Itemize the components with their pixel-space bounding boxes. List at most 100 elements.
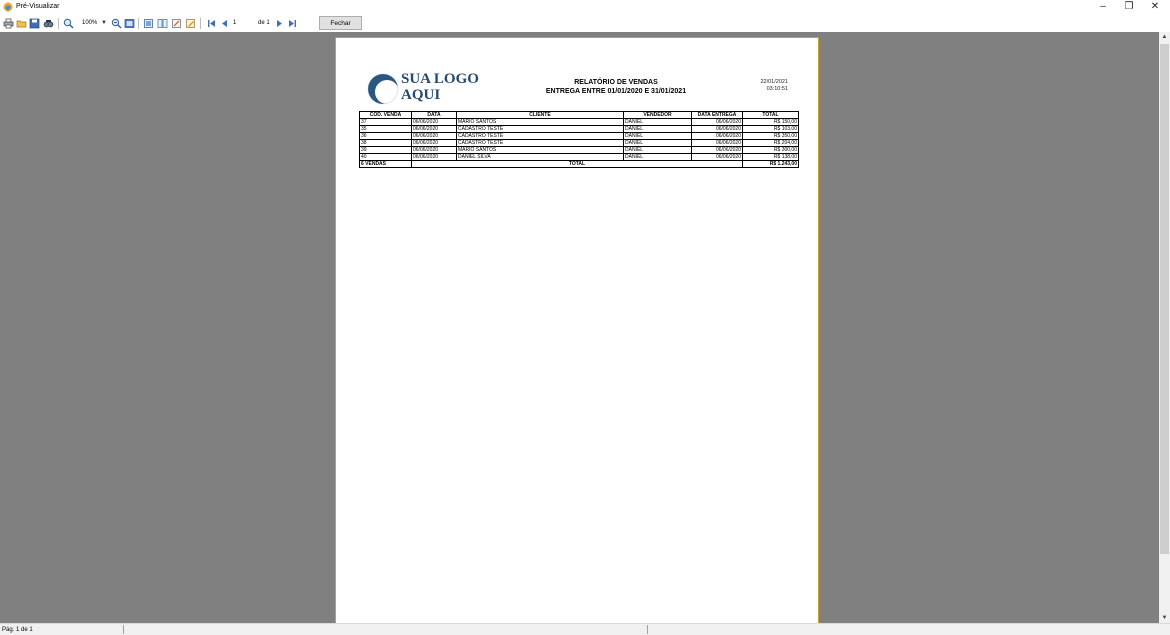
report-date: 22/01/2021 [760, 79, 788, 85]
report-subtitle: ENTREGA ENTRE 01/01/2020 E 31/01/2021 [545, 88, 687, 95]
cell-seller: DANIEL [623, 153, 692, 161]
cell-code: 38 [359, 139, 412, 147]
column-header: CÓD. VENDA [359, 111, 412, 119]
page-number-input[interactable] [233, 18, 255, 28]
page-setup-icon[interactable] [185, 18, 196, 29]
scrollbar-thumb[interactable] [1160, 44, 1169, 554]
cell-delivery-date: 06/06/2020 [691, 146, 743, 154]
cell-delivery-date: 06/06/2020 [691, 139, 743, 147]
window-title: Pré-Visualizar [16, 3, 60, 10]
report-time: 03:10:51 [766, 86, 788, 92]
app-icon [3, 2, 13, 12]
page-count: de 1 [258, 20, 270, 26]
grand-total: R$ 1.243,00 [742, 160, 799, 168]
page-width-icon[interactable] [124, 18, 135, 29]
find-icon[interactable] [43, 18, 54, 29]
cell-total: R$ 204,00 [742, 139, 799, 147]
sales-count: 6 VENDAS [359, 160, 412, 168]
table-row: 39 06/06/2020 MARIO SANTOS DANIEL 06/06/… [359, 146, 799, 154]
column-header: VENDEDOR [623, 111, 692, 119]
first-page-icon[interactable] [206, 18, 217, 29]
zoom-icon[interactable] [63, 18, 74, 29]
save-icon[interactable] [29, 18, 40, 29]
cell-seller: DANIEL [623, 146, 692, 154]
open-folder-icon[interactable] [16, 18, 27, 29]
status-divider [647, 625, 648, 634]
cell-total: R$ 300,00 [742, 146, 799, 154]
cell-client: MARIO SANTOS [456, 146, 624, 154]
column-header: DATA [411, 111, 457, 119]
cell-total: R$ 350,00 [742, 132, 799, 140]
cell-code: 37 [359, 118, 412, 126]
sales-table: CÓD. VENDA DATA CLIENTE VENDEDOR DATA EN… [359, 111, 799, 168]
cell-seller: DANIEL [623, 139, 692, 147]
close-button[interactable]: ✕ [1142, 0, 1168, 14]
toolbar-separator [58, 18, 59, 29]
cell-date: 06/06/2020 [411, 153, 457, 161]
status-divider [123, 625, 124, 634]
cell-client: DANIEL SILVA [456, 153, 624, 161]
cell-date: 06/06/2020 [411, 146, 457, 154]
report-title: RELATÓRIO DE VENDAS [574, 79, 658, 86]
logo-text-line1: SUA LOGO [401, 71, 479, 87]
status-bar: Pág. 1 de 1 [0, 623, 1170, 635]
cell-date: 06/06/2020 [411, 118, 457, 126]
cell-code: 40 [359, 153, 412, 161]
cell-delivery-date: 06/06/2020 [691, 132, 743, 140]
toolbar-separator [200, 18, 201, 29]
cell-client: CADASTRO TESTE [456, 132, 624, 140]
cell-date: 06/06/2020 [411, 132, 457, 140]
edit-page-icon[interactable] [171, 18, 182, 29]
scroll-up-icon[interactable]: ▲ [1159, 32, 1170, 42]
cell-delivery-date: 06/06/2020 [691, 153, 743, 161]
logo-text-line2: AQUI [401, 87, 441, 103]
close-preview-button[interactable]: Fechar [319, 16, 362, 30]
zoom-out-icon[interactable] [111, 18, 122, 29]
cell-total: R$ 138,00 [742, 153, 799, 161]
table-row: 37 06/06/2020 MARIO SANTOS DANIEL 06/06/… [359, 118, 799, 126]
title-bar: Pré-Visualizar – ❐ ✕ [0, 0, 1170, 14]
cell-date: 06/06/2020 [411, 125, 457, 133]
cell-date: 06/06/2020 [411, 139, 457, 147]
cell-code: 36 [359, 132, 412, 140]
company-logo: SUA LOGO AQUI [366, 71, 479, 105]
last-page-icon[interactable] [287, 18, 298, 29]
cell-code: 35 [359, 125, 412, 133]
total-row: 6 VENDAS TOTAL R$ 1.243,00 [359, 160, 799, 168]
column-header: TOTAL [742, 111, 799, 119]
column-header: CLIENTE [456, 111, 624, 119]
printer-icon[interactable] [3, 18, 14, 29]
cell-seller: DANIEL [623, 125, 692, 133]
total-label: TOTAL [411, 160, 743, 168]
cell-delivery-date: 06/06/2020 [691, 125, 743, 133]
toolbar-separator [138, 18, 139, 29]
cell-client: MARIO SANTOS [456, 118, 624, 126]
preview-area: SUA LOGO AQUI RELATÓRIO DE VENDAS ENTREG… [0, 32, 1159, 623]
table-header-row: CÓD. VENDA DATA CLIENTE VENDEDOR DATA EN… [359, 111, 799, 119]
scroll-down-icon[interactable]: ▼ [1159, 613, 1170, 623]
single-page-icon[interactable] [143, 18, 154, 29]
table-row: 40 06/06/2020 DANIEL SILVA DANIEL 06/06/… [359, 153, 799, 161]
table-row: 38 06/06/2020 CADASTRO TESTE DANIEL 06/0… [359, 139, 799, 147]
chevron-down-icon[interactable]: ▼ [101, 18, 107, 29]
cell-seller: DANIEL [623, 132, 692, 140]
cell-seller: DANIEL [623, 118, 692, 126]
table-row: 36 06/06/2020 CADASTRO TESTE DANIEL 06/0… [359, 132, 799, 140]
cell-total: R$ 150,00 [742, 118, 799, 126]
zoom-level[interactable]: 100% [82, 18, 97, 28]
vertical-scrollbar[interactable]: ▲ ▼ [1159, 32, 1170, 623]
cell-client: CADASTRO TESTE [456, 125, 624, 133]
cell-client: CADASTRO TESTE [456, 139, 624, 147]
next-page-icon[interactable] [274, 18, 285, 29]
two-pages-icon[interactable] [157, 18, 168, 29]
column-header: DATA ENTREGA [691, 111, 743, 119]
table-row: 35 06/06/2020 CADASTRO TESTE DANIEL 06/0… [359, 125, 799, 133]
toolbar: 100% ▼ de 1 [0, 14, 1170, 33]
cell-code: 39 [359, 146, 412, 154]
cell-total: R$ 103,00 [742, 125, 799, 133]
minimize-button[interactable]: – [1090, 0, 1116, 14]
cell-delivery-date: 06/06/2020 [691, 118, 743, 126]
restore-button[interactable]: ❐ [1116, 0, 1142, 14]
logo-mark-icon [367, 73, 399, 105]
prev-page-icon[interactable] [219, 18, 230, 29]
